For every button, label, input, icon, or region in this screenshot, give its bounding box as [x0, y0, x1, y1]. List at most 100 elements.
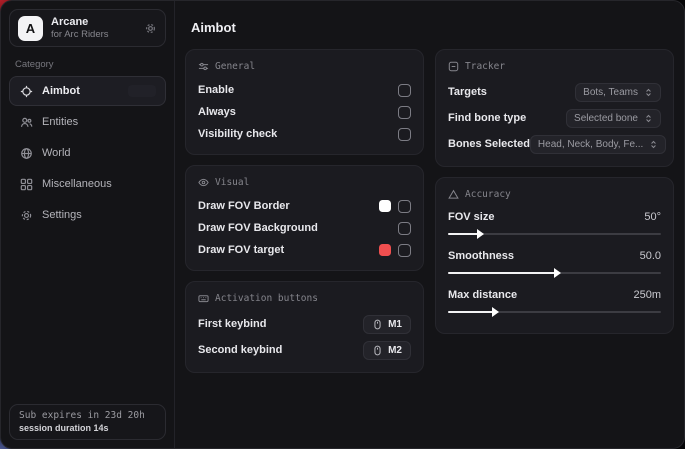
- visual-card: Visual Draw FOV Border Draw FOV Backgrou…: [185, 165, 424, 271]
- brand-logo: A: [18, 16, 43, 41]
- brand-names: Arcane for Arc Riders: [51, 16, 136, 41]
- keyboard-icon: [198, 293, 209, 304]
- subscription-expiry: Sub expires in 23d 20h: [19, 410, 156, 421]
- setting-row-fov-target: Draw FOV target: [198, 239, 411, 261]
- eye-icon: [198, 177, 209, 188]
- always-checkbox[interactable]: [398, 106, 411, 119]
- right-column: Tracker Targets Bots, Teams: [435, 49, 674, 334]
- fov-target-checkbox[interactable]: [398, 244, 411, 257]
- setting-row-first-keybind: First keybind M1: [198, 311, 411, 337]
- visual-card-header: Visual: [198, 177, 411, 188]
- fov-size-slider[interactable]: [448, 233, 661, 235]
- max-distance-slider-group: Max distance 250m: [448, 285, 661, 313]
- page-title: Aimbot: [191, 20, 674, 35]
- accuracy-card-header: Accuracy: [448, 189, 661, 200]
- activation-card-title: Activation buttons: [215, 293, 318, 304]
- mouse-icon: [372, 319, 383, 330]
- smoothness-slider[interactable]: [448, 272, 661, 274]
- setting-label: Max distance: [448, 289, 517, 301]
- tracker-card-title: Tracker: [465, 61, 505, 72]
- setting-label: Visibility check: [198, 128, 277, 140]
- general-card: General Enable Always Visibility check: [185, 49, 424, 155]
- setting-label: Find bone type: [448, 112, 526, 124]
- keybind-value: M1: [388, 319, 402, 330]
- activation-card-header: Activation buttons: [198, 293, 411, 304]
- setting-label: Smoothness: [448, 250, 514, 262]
- app-window: A Arcane for Arc Riders Category Aimbot: [0, 0, 685, 449]
- setting-label: Enable: [198, 84, 234, 96]
- mouse-icon: [372, 345, 383, 356]
- grid-icon: [20, 178, 33, 191]
- setting-row-visibility-check: Visibility check: [198, 123, 411, 145]
- gear-icon: [20, 209, 33, 222]
- general-card-header: General: [198, 61, 411, 72]
- activation-card: Activation buttons First keybind M1: [185, 281, 424, 373]
- brand-subtitle: for Arc Riders: [51, 29, 136, 40]
- setting-label: Second keybind: [198, 344, 282, 356]
- max-distance-slider[interactable]: [448, 311, 661, 313]
- smoothness-slider-group: Smoothness 50.0: [448, 246, 661, 274]
- general-card-title: General: [215, 61, 255, 72]
- smoothness-value: 50.0: [640, 250, 661, 262]
- subscription-card: Sub expires in 23d 20h session duration …: [9, 404, 166, 440]
- fov-border-checkbox[interactable]: [398, 200, 411, 213]
- setting-row-bones-selected: Bones Selected Head, Neck, Body, Fe...: [448, 131, 661, 157]
- find-bone-type-dropdown[interactable]: Selected bone: [566, 109, 661, 128]
- sidebar-item-entities[interactable]: Entities: [9, 107, 166, 137]
- first-keybind-button[interactable]: M1: [363, 315, 411, 334]
- fov-size-value: 50°: [644, 211, 661, 223]
- setting-row-targets: Targets Bots, Teams: [448, 79, 661, 105]
- setting-label: Targets: [448, 86, 487, 98]
- slider-fill: [448, 311, 493, 313]
- sidebar-item-label: Aimbot: [42, 85, 80, 97]
- left-column: General Enable Always Visibility check: [185, 49, 424, 373]
- sidebar-item-label: Miscellaneous: [42, 178, 112, 190]
- tracker-card-header: Tracker: [448, 61, 661, 72]
- slider-fill: [448, 272, 555, 274]
- setting-label: Draw FOV Border: [198, 200, 290, 212]
- slider-thumb[interactable]: [554, 268, 561, 278]
- gear-icon[interactable]: [144, 22, 157, 35]
- brand-name: Arcane: [51, 16, 136, 29]
- setting-label: Draw FOV target: [198, 244, 284, 256]
- sidebar-item-settings[interactable]: Settings: [9, 200, 166, 230]
- accuracy-card-title: Accuracy: [465, 189, 511, 200]
- sidebar-item-label: Entities: [42, 116, 78, 128]
- slider-fill: [448, 233, 478, 235]
- max-distance-value: 250m: [633, 289, 661, 301]
- setting-label: Always: [198, 106, 236, 118]
- sidebar-item-world[interactable]: World: [9, 138, 166, 168]
- fov-target-color-swatch[interactable]: [379, 244, 391, 256]
- dropdown-value: Selected bone: [574, 113, 638, 124]
- second-keybind-button[interactable]: M2: [363, 341, 411, 360]
- sidebar-nav: Aimbot Entities World: [9, 76, 166, 230]
- faint-keybind-badge: [128, 85, 156, 97]
- visual-card-title: Visual: [215, 177, 249, 188]
- fov-border-color-swatch[interactable]: [379, 200, 391, 212]
- sidebar-spacer: [9, 230, 166, 404]
- fov-size-slider-group: FOV size 50°: [448, 207, 661, 235]
- scan-box-icon: [448, 61, 459, 72]
- setting-row-fov-background: Draw FOV Background: [198, 217, 411, 239]
- keybind-value: M2: [388, 345, 402, 356]
- users-icon: [20, 116, 33, 129]
- bones-selected-dropdown[interactable]: Head, Neck, Body, Fe...: [530, 135, 666, 154]
- crosshair-icon: [20, 85, 33, 98]
- visibility-check-checkbox[interactable]: [398, 128, 411, 141]
- setting-label: Bones Selected: [448, 138, 530, 150]
- enable-checkbox[interactable]: [398, 84, 411, 97]
- sidebar-item-label: Settings: [42, 209, 82, 221]
- sidebar-item-miscellaneous[interactable]: Miscellaneous: [9, 169, 166, 199]
- chevron-up-down-icon: [649, 140, 658, 149]
- targets-dropdown[interactable]: Bots, Teams: [575, 83, 661, 102]
- slider-thumb[interactable]: [492, 307, 499, 317]
- slider-thumb[interactable]: [477, 229, 484, 239]
- fov-background-checkbox[interactable]: [398, 222, 411, 235]
- tracker-card: Tracker Targets Bots, Teams: [435, 49, 674, 167]
- main-content: Aimbot General Enable: [175, 1, 685, 448]
- sidebar-item-aimbot[interactable]: Aimbot: [9, 76, 166, 106]
- chevron-up-down-icon: [644, 114, 653, 123]
- setting-label: FOV size: [448, 211, 494, 223]
- setting-row-fov-border: Draw FOV Border: [198, 195, 411, 217]
- accuracy-card: Accuracy FOV size 50°: [435, 177, 674, 334]
